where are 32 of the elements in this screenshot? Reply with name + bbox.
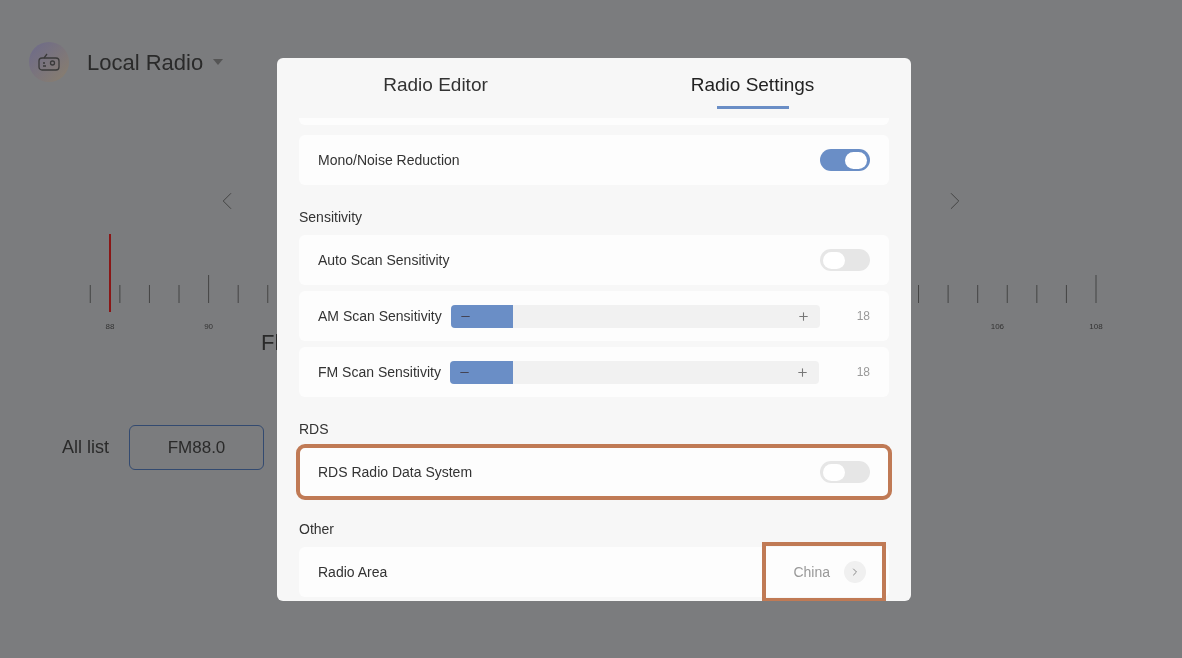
radio-app-icon — [29, 42, 69, 82]
section-heading: Other — [299, 520, 335, 539]
row-label: FM Scan Sensitivity — [318, 362, 441, 382]
toggle-switch[interactable] — [820, 149, 870, 171]
frequency-label: 108 — [1089, 321, 1103, 333]
dialog-tab[interactable]: Radio Editor — [277, 58, 594, 118]
frequency-label: 106 — [990, 321, 1005, 333]
app-title[interactable]: Local Radio — [87, 45, 204, 79]
row-label: AM Scan Sensitivity — [318, 306, 442, 326]
section-heading: Sensitivity — [299, 208, 364, 227]
slider-track[interactable] — [449, 360, 819, 384]
row-label: RDS Radio Data System — [318, 462, 473, 482]
dropdown-caret-icon[interactable] — [213, 59, 224, 65]
row-label: Mono/Noise Reduction — [318, 150, 460, 170]
slider-track[interactable] — [450, 304, 820, 328]
slider-reading: 18 — [856, 308, 870, 325]
chevron-icon[interactable] — [844, 561, 866, 583]
list-label[interactable]: All list — [62, 434, 109, 461]
area-value: China — [793, 562, 830, 582]
slider-reading: 18 — [856, 364, 870, 381]
toggle-switch[interactable] — [820, 249, 870, 271]
slider-fill[interactable] — [450, 304, 514, 328]
plus-icon[interactable] — [795, 365, 809, 379]
frequency-label: 88 — [105, 321, 115, 333]
toggle-switch[interactable] — [820, 461, 870, 483]
station-chip[interactable]: FM88.0 — [129, 425, 264, 470]
row-label: Auto Scan Sensitivity — [318, 250, 450, 270]
dialog-tab[interactable]: Radio Settings — [594, 58, 911, 118]
row-label: Radio Area — [318, 562, 388, 582]
section-heading: RDS — [299, 420, 330, 439]
slider-fill[interactable] — [449, 360, 513, 384]
plus-icon[interactable] — [796, 309, 810, 323]
